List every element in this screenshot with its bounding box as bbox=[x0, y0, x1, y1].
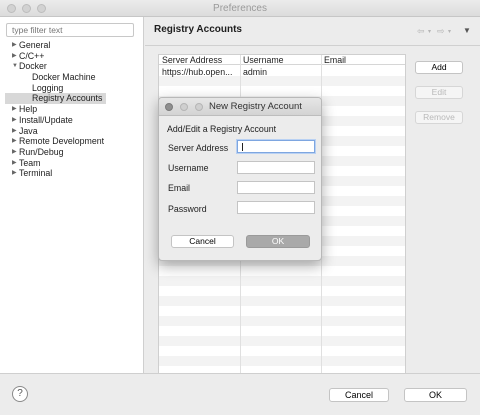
sidebar-item-java[interactable]: ▶ Java bbox=[0, 126, 144, 137]
sidebar-item-label: Docker bbox=[19, 61, 47, 72]
sidebar-item-team[interactable]: ▶ Team bbox=[0, 158, 144, 169]
sidebar-item-run-debug[interactable]: ▶ Run/Debug bbox=[0, 147, 144, 158]
forward-arrow-icon[interactable]: ⇨ bbox=[437, 26, 445, 37]
window-titlebar: Preferences bbox=[0, 0, 480, 17]
server-address-field[interactable] bbox=[237, 140, 315, 153]
expand-arrow-icon[interactable]: ▶ bbox=[12, 158, 17, 169]
sidebar-item-label: Docker Machine bbox=[32, 72, 96, 83]
expand-arrow-icon[interactable]: ▶ bbox=[12, 147, 17, 158]
sidebar-item-label: Install/Update bbox=[19, 114, 73, 125]
remove-button[interactable]: Remove bbox=[415, 111, 463, 124]
table-header: Server Address Username Email bbox=[159, 55, 405, 65]
edit-button[interactable]: Edit bbox=[415, 86, 463, 99]
help-icon[interactable]: ? bbox=[12, 386, 28, 402]
text-caret bbox=[242, 143, 243, 151]
dialog-minimize-icon[interactable] bbox=[180, 103, 188, 111]
email-field[interactable] bbox=[237, 181, 315, 194]
sidebar-item-label: Remote Development bbox=[19, 136, 105, 147]
sidebar-item-logging[interactable]: Logging bbox=[0, 83, 144, 94]
expand-arrow-icon[interactable]: ▶ bbox=[12, 104, 17, 115]
footer-bar: ? Cancel OK bbox=[0, 373, 480, 415]
sidebar-item-label: C/C++ bbox=[19, 50, 45, 61]
collapse-arrow-icon[interactable]: ▼ bbox=[12, 61, 18, 72]
sidebar-item-docker[interactable]: ▼ Docker bbox=[0, 61, 144, 72]
server-address-label: Server Address bbox=[168, 143, 229, 153]
sidebar-item-label: Logging bbox=[32, 82, 64, 93]
sidebar-item-general[interactable]: ▶ General bbox=[0, 40, 144, 51]
sidebar-item-label: Terminal bbox=[19, 168, 53, 179]
column-header-email[interactable]: Email bbox=[324, 55, 346, 65]
sidebar-item-help[interactable]: ▶ Help bbox=[0, 104, 144, 115]
title-divider bbox=[145, 45, 480, 46]
username-label: Username bbox=[168, 163, 209, 173]
filter-input[interactable] bbox=[6, 23, 134, 37]
cell-server-address: https://hub.open... bbox=[162, 67, 233, 77]
sidebar-item-label: Registry Accounts bbox=[32, 93, 103, 104]
sidebar-item-cpp[interactable]: ▶ C/C++ bbox=[0, 51, 144, 62]
sidebar-item-docker-machine[interactable]: Docker Machine bbox=[0, 72, 144, 83]
dialog-heading: Add/Edit a Registry Account bbox=[167, 124, 277, 134]
username-field[interactable] bbox=[237, 161, 315, 174]
column-header-username[interactable]: Username bbox=[243, 55, 284, 65]
window-title: Preferences bbox=[213, 3, 267, 14]
sidebar-item-label: Java bbox=[19, 125, 38, 136]
dialog-ok-button[interactable]: OK bbox=[246, 235, 310, 248]
expand-arrow-icon[interactable]: ▶ bbox=[12, 51, 17, 62]
page-title: Registry Accounts bbox=[154, 24, 242, 35]
cancel-button[interactable]: Cancel bbox=[329, 388, 389, 402]
sidebar-item-label: Help bbox=[19, 104, 38, 115]
back-dropdown-icon[interactable]: ▾ bbox=[428, 28, 431, 35]
sidebar-item-registry-accounts[interactable]: Registry Accounts bbox=[5, 93, 106, 105]
dialog-close-icon[interactable] bbox=[165, 103, 173, 111]
column-header-server-address[interactable]: Server Address bbox=[162, 55, 222, 65]
cell-username: admin bbox=[243, 67, 267, 77]
dialog-zoom-icon[interactable] bbox=[195, 103, 203, 111]
view-menu-icon[interactable]: ▼ bbox=[463, 26, 471, 35]
expand-arrow-icon[interactable]: ▶ bbox=[12, 115, 17, 126]
expand-arrow-icon[interactable]: ▶ bbox=[12, 40, 17, 51]
forward-dropdown-icon[interactable]: ▾ bbox=[448, 28, 451, 35]
dialog-titlebar: New Registry Account bbox=[159, 98, 321, 116]
email-label: Email bbox=[168, 183, 190, 193]
sidebar-item-install-update[interactable]: ▶ Install/Update bbox=[0, 115, 144, 126]
sidebar-item-label: Team bbox=[19, 157, 41, 168]
password-field[interactable] bbox=[237, 201, 315, 214]
preferences-sidebar: ▶ General ▶ C/C++ ▼ Docker Docker Machin… bbox=[0, 17, 144, 373]
sidebar-item-remote-development[interactable]: ▶ Remote Development bbox=[0, 136, 144, 147]
dialog-title: New Registry Account bbox=[209, 101, 302, 112]
sidebar-item-label: General bbox=[19, 40, 51, 50]
add-button[interactable]: Add bbox=[415, 61, 463, 74]
preferences-tree: ▶ General ▶ C/C++ ▼ Docker Docker Machin… bbox=[0, 40, 144, 179]
back-arrow-icon[interactable]: ⇦ bbox=[417, 26, 425, 37]
expand-arrow-icon[interactable]: ▶ bbox=[12, 168, 17, 179]
ok-button[interactable]: OK bbox=[404, 388, 467, 402]
sidebar-item-label: Run/Debug bbox=[19, 146, 64, 157]
expand-arrow-icon[interactable]: ▶ bbox=[12, 136, 17, 147]
new-registry-account-dialog: New Registry Account Add/Edit a Registry… bbox=[158, 97, 322, 261]
expand-arrow-icon[interactable]: ▶ bbox=[12, 126, 17, 137]
password-label: Password bbox=[168, 204, 207, 214]
sidebar-item-terminal[interactable]: ▶ Terminal bbox=[0, 168, 144, 179]
dialog-cancel-button[interactable]: Cancel bbox=[171, 235, 234, 248]
